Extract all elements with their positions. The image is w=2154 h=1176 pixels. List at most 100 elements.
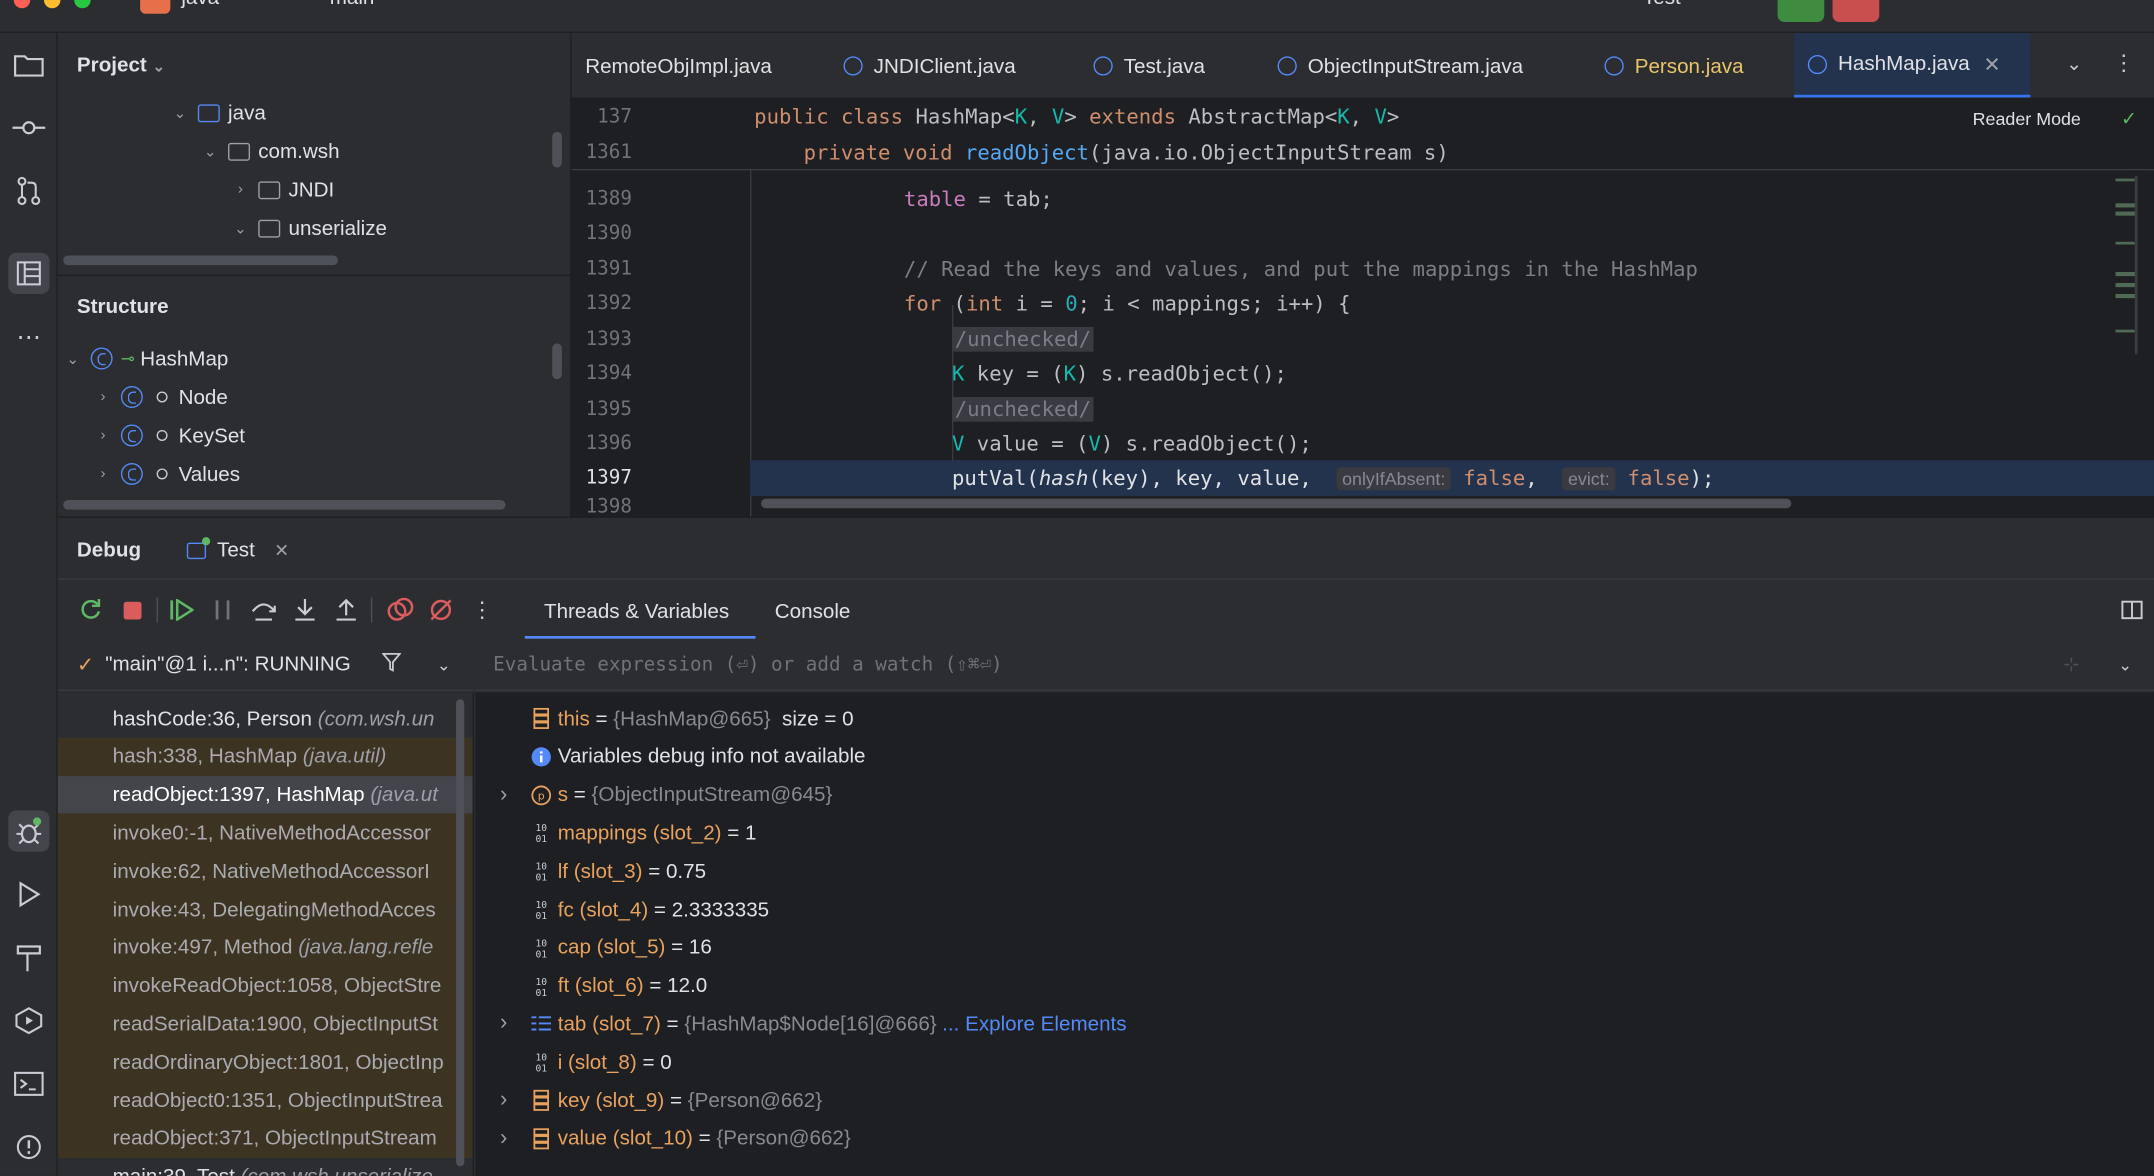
filter-icon[interactable]: [381, 652, 402, 677]
chevron-right-icon[interactable]: ›: [231, 181, 250, 197]
structure-item-node[interactable]: › Node: [93, 379, 227, 415]
explore-elements-link[interactable]: ... Explore Elements: [942, 1012, 1126, 1035]
layout-icon[interactable]: [2121, 599, 2143, 626]
sticky-line-class[interactable]: 137 public class HashMap<K, V> extends A…: [571, 98, 2154, 135]
project-panel-title[interactable]: Project ⌄: [77, 54, 165, 77]
tab-test[interactable]: Test.java: [1080, 33, 1219, 98]
chevron-right-icon[interactable]: ›: [500, 1088, 507, 1113]
code-line[interactable]: 1391// Read the keys and values, and put…: [571, 251, 2154, 286]
chevron-right-icon[interactable]: ›: [93, 389, 112, 405]
view-breakpoints-icon[interactable]: [383, 593, 416, 626]
chevron-right-icon[interactable]: ›: [500, 782, 507, 807]
stack-frame[interactable]: hashCode:36, Person (com.wsh.un: [58, 699, 473, 737]
code-line[interactable]: 1389 table = tab;: [571, 181, 2154, 216]
code-line[interactable]: 1394 K key = (K) s.readObject();: [571, 356, 2154, 391]
editor-h-scrollbar[interactable]: [761, 498, 1792, 509]
tree-item-jndi[interactable]: › JNDI: [231, 172, 334, 208]
project-name[interactable]: java: [181, 0, 219, 10]
execution-point-line[interactable]: 1397 putVal(hash(key), key, value, onlyI…: [571, 460, 2154, 496]
frames-list[interactable]: hashCode:36, Person (com.wsh.un hash:338,…: [57, 692, 474, 1176]
variable-row[interactable]: 10 01 cap (slot_5) = 16: [475, 928, 2154, 966]
chevron-right-icon[interactable]: ›: [93, 466, 112, 482]
terminal-icon[interactable]: [8, 1063, 49, 1104]
variable-row[interactable]: › p s = {ObjectInputStream@645}: [475, 776, 2154, 814]
tab-jndiclient[interactable]: JNDIClient.java: [830, 33, 1030, 98]
variable-row[interactable]: › key (slot_9) = {Person@662}: [475, 1081, 2154, 1119]
chevron-right-icon[interactable]: ›: [93, 427, 112, 443]
more-vertical-icon[interactable]: ⋮: [466, 593, 499, 626]
minimize-window-button[interactable]: [43, 0, 61, 9]
code-line[interactable]: 1396 V value = (V) s.readObject();: [571, 427, 2154, 462]
folder-icon[interactable]: [8, 44, 49, 85]
debug-run-button[interactable]: [1777, 0, 1825, 22]
variables-tree[interactable]: this = {HashMap@665} size = 0 Variables d…: [475, 692, 2154, 1176]
add-watch-icon[interactable]: ⊹: [2063, 653, 2079, 676]
tree-item-com-wsh[interactable]: ⌄ com.wsh: [201, 133, 340, 169]
structure-h-scrollbar[interactable]: [63, 500, 506, 510]
sticky-line-method[interactable]: 1361 private void readObject(java.io.Obj…: [571, 134, 2154, 171]
more-icon[interactable]: ⋯: [8, 316, 49, 357]
pause-icon[interactable]: [206, 593, 239, 626]
stack-frame[interactable]: invoke0:-1, NativeMethodAccessor: [57, 813, 473, 853]
variable-row[interactable]: this = {HashMap@665} size = 0: [475, 699, 2154, 737]
debug-icon[interactable]: [8, 810, 50, 852]
stack-frame[interactable]: readObject:1397, HashMap (java.ut: [57, 775, 473, 815]
error-stripe[interactable]: [2115, 175, 2138, 355]
code-line[interactable]: 1390: [571, 216, 2154, 251]
variable-row[interactable]: 10 01 lf (slot_3) = 0.75: [475, 852, 2154, 890]
reader-mode-button[interactable]: Reader Mode: [1973, 109, 2081, 130]
project-h-scrollbar[interactable]: [63, 255, 338, 266]
variable-row[interactable]: Variables debug info not available: [475, 737, 2154, 775]
variable-row[interactable]: 10 01 i (slot_8) = 0: [475, 1043, 2154, 1081]
structure-root-hashmap[interactable]: ⌄ ⊸ HashMap: [63, 341, 228, 377]
project-v-scrollbar[interactable]: [552, 131, 562, 168]
close-icon[interactable]: ✕: [274, 539, 289, 561]
stack-frame[interactable]: readOrdinaryObject:1801, ObjectInp: [57, 1042, 473, 1082]
tab-remoteobjimpl[interactable]: RemoteObjImpl.java: [571, 33, 785, 98]
structure-v-scrollbar[interactable]: [552, 343, 562, 380]
code-line[interactable]: 1395/unchecked/: [571, 392, 2154, 427]
stack-frame[interactable]: invokeReadObject:1058, ObjectStre: [57, 966, 473, 1006]
thread-selector[interactable]: ✓ "main"@1 i...n": RUNNING ⌄: [57, 639, 474, 691]
chevron-down-icon[interactable]: ⌄: [437, 655, 451, 674]
variable-row[interactable]: 10 01 fc (slot_4) = 2.3333335: [475, 890, 2154, 928]
stop-button[interactable]: [1832, 0, 1880, 22]
pull-request-icon[interactable]: [8, 170, 49, 211]
variable-row[interactable]: 10 01 mappings (slot_2) = 1: [475, 814, 2154, 852]
step-into-icon[interactable]: [288, 593, 321, 626]
build-icon[interactable]: [8, 937, 49, 978]
run-icon[interactable]: [8, 874, 49, 915]
code-line[interactable]: 1392 for (int i = 0; i < mappings; i++) {: [571, 286, 2154, 321]
step-out-icon[interactable]: [330, 593, 363, 626]
chevron-down-icon[interactable]: ⌄: [201, 142, 220, 160]
tree-item-java[interactable]: ⌄ java: [170, 95, 266, 131]
services-icon[interactable]: [8, 1000, 49, 1041]
debug-session-tab[interactable]: Test ✕: [186, 536, 289, 562]
step-over-icon[interactable]: [247, 593, 280, 626]
problems-icon[interactable]: [8, 1126, 49, 1167]
tab-person[interactable]: Person.java: [1591, 33, 1758, 98]
tab-threads-variables[interactable]: Threads & Variables: [544, 600, 729, 623]
code-editor[interactable]: 137 public class HashMap<K, V> extends A…: [571, 98, 2154, 517]
stack-frame[interactable]: invoke:43, DelegatingMethodAcces: [57, 890, 473, 929]
structure-item-values[interactable]: › Values: [93, 456, 240, 492]
chevron-down-icon[interactable]: ⌄: [2118, 655, 2132, 674]
chevron-down-icon[interactable]: ⌄: [63, 350, 82, 367]
commit-icon[interactable]: [8, 107, 49, 148]
stack-frame[interactable]: invoke:62, NativeMethodAccessorI: [57, 851, 473, 891]
structure-icon[interactable]: [8, 252, 50, 294]
resume-icon[interactable]: [165, 593, 198, 626]
chevron-right-icon[interactable]: ›: [500, 1126, 507, 1151]
variable-row[interactable]: 10 01 ft (slot_6) = 12.0: [475, 967, 2154, 1005]
tab-hashmap[interactable]: HashMap.java ✕: [1794, 32, 2031, 98]
tab-objectinputstream[interactable]: ObjectInputStream.java: [1264, 33, 1537, 98]
stack-frame[interactable]: readObject0:1351, ObjectInputStrea: [57, 1081, 473, 1120]
chevron-down-icon[interactable]: ⌄: [170, 104, 189, 121]
chevron-right-icon[interactable]: ›: [500, 1012, 507, 1037]
variable-row[interactable]: › value (slot_10) = {Person@662}: [475, 1119, 2154, 1157]
stack-frame[interactable]: readObject:371, ObjectInputStream: [57, 1119, 473, 1158]
branch-name[interactable]: main: [330, 0, 375, 10]
stack-frame[interactable]: hash:338, HashMap (java.util): [57, 737, 473, 776]
chevron-down-icon[interactable]: ⌄: [231, 219, 250, 236]
variable-row[interactable]: › tab (slot_7) = {HashMap$Node[16]@666}..…: [475, 1005, 2154, 1043]
